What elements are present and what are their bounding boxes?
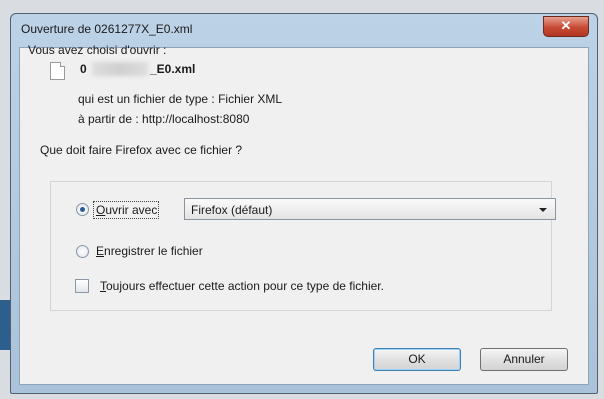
question-label: Que doit faire Firefox avec ce fichier ? (40, 143, 243, 157)
intro-label: Vous avez choisi d'ouvrir : (28, 43, 167, 57)
close-button[interactable]: ✕ (543, 16, 589, 37)
open-with-label[interactable]: Ouvrir avec (96, 203, 157, 217)
save-label[interactable]: Enregistrer le fichier (96, 244, 203, 258)
app-select[interactable]: Firefox (défaut) (184, 198, 556, 220)
file-name-suffix: _E0.xml (150, 62, 196, 76)
always-label[interactable]: Toujours effectuer cette action pour ce … (100, 279, 384, 293)
ok-button[interactable]: OK (373, 348, 461, 371)
always-checkbox[interactable] (75, 279, 89, 293)
close-icon: ✕ (560, 18, 572, 33)
save-radio[interactable] (76, 245, 89, 258)
document-icon (50, 62, 65, 80)
chevron-down-icon (539, 208, 547, 212)
open-with-radio[interactable] (76, 203, 89, 216)
file-name-prefix: 0 (80, 62, 87, 76)
save-label-rest: nregistrer le fichier (104, 244, 203, 258)
open-with-accesskey: O (96, 203, 106, 217)
cancel-button[interactable]: Annuler (480, 348, 568, 371)
app-select-value: Firefox (défaut) (191, 203, 273, 217)
file-name-redacted (92, 62, 148, 76)
file-type-line: qui est un fichier de type : Fichier XML (78, 92, 283, 106)
file-source-line: à partir de : http://localhost:8080 (78, 112, 250, 126)
dialog-title: Ouverture de 0261277X_E0.xml (21, 22, 193, 36)
save-accesskey: E (96, 244, 105, 258)
always-label-rest: oujours effectuer cette action pour ce t… (106, 279, 384, 293)
open-with-label-rest: uvrir avec (105, 203, 158, 217)
